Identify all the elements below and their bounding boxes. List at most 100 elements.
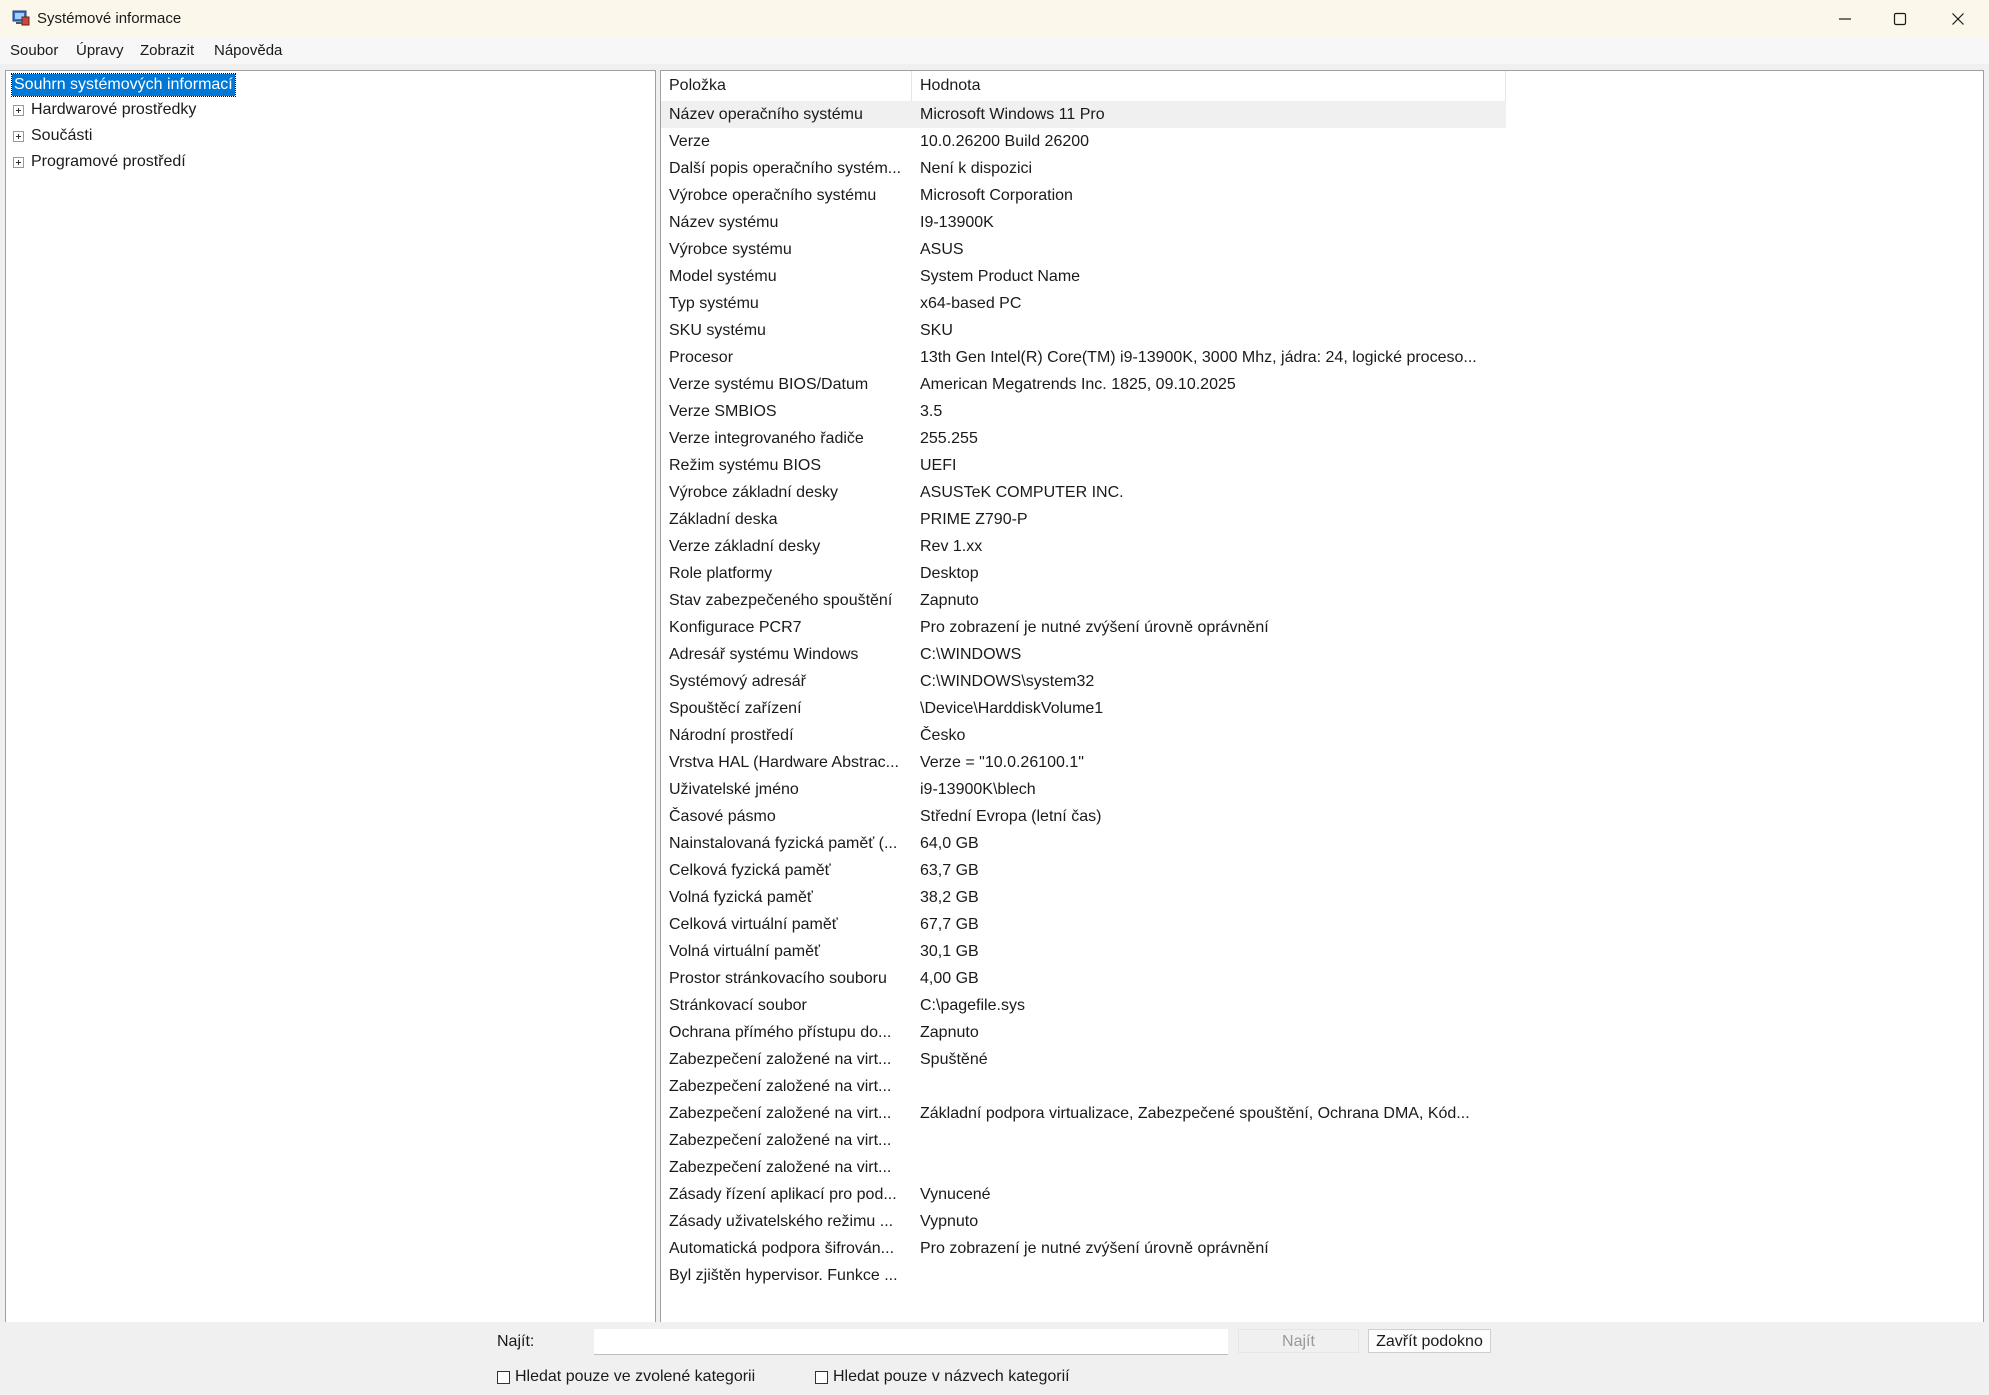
search-selected-category-label: Hledat pouze ve zvolené kategorii	[515, 1368, 756, 1385]
table-row[interactable]: Verze integrovaného řadiče 255.255	[661, 425, 1506, 452]
expand-plus-icon[interactable]	[13, 105, 24, 116]
table-row[interactable]: Verze SMBIOS 3.5	[661, 398, 1506, 425]
table-row[interactable]: Konfigurace PCR7 Pro zobrazení je nutné z…	[661, 614, 1506, 641]
table-row[interactable]: Zásady řízení aplikací pro pod... Vynucen…	[661, 1181, 1506, 1208]
cell-item: Vrstva HAL (Hardware Abstrac...	[669, 754, 899, 771]
menu-bar: Soubor Úpravy Zobrazit Nápověda	[0, 38, 1989, 64]
cell-value: 13th Gen Intel(R) Core(TM) i9-13900K, 30…	[920, 349, 1477, 366]
table-row[interactable]: Uživatelské jméno i9-13900K\blech	[661, 776, 1506, 803]
cell-item: Nainstalovaná fyzická paměť (...	[669, 835, 898, 852]
table-row[interactable]: Základní deska PRIME Z790-P	[661, 506, 1506, 533]
cell-item: Systémový adresář	[669, 673, 806, 690]
table-row[interactable]: Výrobce systému ASUS	[661, 236, 1506, 263]
table-row[interactable]: Verze 10.0.26200 Build 26200	[661, 128, 1506, 155]
table-row[interactable]: Národní prostředí Česko	[661, 722, 1506, 749]
cell-value: Desktop	[920, 565, 979, 582]
table-row[interactable]: Byl zjištěn hypervisor. Funkce ...	[661, 1262, 1506, 1289]
column-header-item[interactable]: Položka	[661, 71, 912, 101]
cell-item: Konfigurace PCR7	[669, 619, 802, 636]
table-row[interactable]: Stav zabezpečeného spouštění Zapnuto	[661, 587, 1506, 614]
search-category-names-checkbox[interactable]	[815, 1370, 828, 1384]
table-row[interactable]: Prostor stránkovacího souboru 4,00 GB	[661, 965, 1506, 992]
table-row[interactable]: Procesor 13th Gen Intel(R) Core(TM) i9-13…	[661, 344, 1506, 371]
cell-item: Výrobce operačního systému	[669, 187, 877, 204]
table-row[interactable]: Verze základní desky Rev 1.xx	[661, 533, 1506, 560]
table-row[interactable]: SKU systému SKU	[661, 317, 1506, 344]
table-row[interactable]: Systémový adresář C:\WINDOWS\system32	[661, 668, 1506, 695]
table-row[interactable]: Verze systému BIOS/Datum American Megatre…	[661, 371, 1506, 398]
table-row[interactable]: Další popis operačního systém... Není k d…	[661, 155, 1506, 182]
cell-item: Verze systému BIOS/Datum	[669, 376, 869, 393]
cell-value: Verze = "10.0.26100.1"	[920, 754, 1084, 771]
cell-item: Verze SMBIOS	[669, 403, 777, 420]
search-selected-category-option[interactable]: Hledat pouze ve zvolené kategorii	[497, 1367, 755, 1387]
minimize-icon	[1839, 18, 1851, 20]
table-row[interactable]: Výrobce základní desky ASUSTeK COMPUTER I…	[661, 479, 1506, 506]
table-row[interactable]: Celková virtuální paměť 67,7 GB	[661, 911, 1506, 938]
cell-item: SKU systému	[669, 322, 766, 339]
table-row[interactable]: Zabezpečení založené na virt...	[661, 1154, 1506, 1181]
table-row[interactable]: Zabezpečení založené na virt...	[661, 1073, 1506, 1100]
table-row[interactable]: Ochrana přímého přístupu do... Zapnuto	[661, 1019, 1506, 1046]
search-selected-category-checkbox[interactable]	[497, 1370, 510, 1384]
cell-item: Ochrana přímého přístupu do...	[669, 1024, 892, 1041]
table-row[interactable]: Spouštěcí zařízení \Device\HarddiskVolume…	[661, 695, 1506, 722]
cell-item: Národní prostředí	[669, 727, 794, 744]
cell-value: Vynucené	[920, 1186, 991, 1203]
table-row[interactable]: Název systému I9-13900K	[661, 209, 1506, 236]
menu-soubor[interactable]: Soubor	[10, 42, 58, 59]
minimize-button[interactable]	[1816, 0, 1874, 38]
menu-napoveda[interactable]: Nápověda	[214, 42, 282, 59]
expand-plus-icon[interactable]	[13, 157, 24, 168]
table-row[interactable]: Automatická podpora šifrován... Pro zobra…	[661, 1235, 1506, 1262]
column-header-value[interactable]: Hodnota	[912, 71, 1506, 101]
search-category-names-option[interactable]: Hledat pouze v názvech kategorií	[815, 1367, 1070, 1387]
table-row[interactable]: Adresář systému Windows C:\WINDOWS	[661, 641, 1506, 668]
tree-item-system-summary[interactable]: Souhrn systémových informací	[11, 73, 236, 97]
table-row[interactable]: Model systému System Product Name	[661, 263, 1506, 290]
cell-item: Název systému	[669, 214, 779, 231]
table-row[interactable]: Role platformy Desktop	[661, 560, 1506, 587]
close-window-button[interactable]	[1929, 0, 1987, 38]
cell-item: Prostor stránkovacího souboru	[669, 970, 887, 987]
table-row[interactable]: Časové pásmo Střední Evropa (letní čas)	[661, 803, 1506, 830]
find-input[interactable]	[594, 1329, 1228, 1355]
menu-zobrazit[interactable]: Zobrazit	[140, 42, 194, 59]
cell-value: Střední Evropa (letní čas)	[920, 808, 1102, 825]
table-row[interactable]: Volná virtuální paměť 30,1 GB	[661, 938, 1506, 965]
table-row[interactable]: Zabezpečení založené na virt...	[661, 1127, 1506, 1154]
cell-value: PRIME Z790-P	[920, 511, 1028, 528]
table-row[interactable]: Nainstalovaná fyzická paměť (... 64,0 GB	[661, 830, 1506, 857]
cell-item: Výrobce systému	[669, 241, 792, 258]
cell-value: 30,1 GB	[920, 943, 979, 960]
table-row[interactable]: Celková fyzická paměť 63,7 GB	[661, 857, 1506, 884]
cell-item: Celková fyzická paměť	[669, 862, 831, 879]
details-list: Položka Hodnota Název operačního systému…	[660, 70, 1984, 1323]
cell-value: 67,7 GB	[920, 916, 979, 933]
find-button[interactable]: Najít	[1238, 1329, 1359, 1353]
table-row[interactable]: Vrstva HAL (Hardware Abstrac... Verze = "…	[661, 749, 1506, 776]
table-row[interactable]: Název operačního systému Microsoft Window…	[661, 101, 1506, 128]
cell-value: ASUS	[920, 241, 964, 258]
category-tree: Souhrn systémových informací Hardwarové …	[5, 70, 656, 1323]
maximize-button[interactable]	[1871, 0, 1929, 38]
cell-value: Není k dispozici	[920, 160, 1033, 177]
cell-value: Zapnuto	[920, 1024, 979, 1041]
expand-plus-icon[interactable]	[13, 131, 24, 142]
table-row[interactable]: Výrobce operačního systému Microsoft Corp…	[661, 182, 1506, 209]
cell-value: 63,7 GB	[920, 862, 979, 879]
table-row[interactable]: Zabezpečení založené na virt... Základní …	[661, 1100, 1506, 1127]
cell-item: Název operačního systému	[669, 106, 863, 123]
menu-upravy[interactable]: Úpravy	[76, 42, 124, 59]
cell-item: Automatická podpora šifrován...	[669, 1240, 895, 1257]
table-row[interactable]: Typ systému x64-based PC	[661, 290, 1506, 317]
cell-item: Zabezpečení založené na virt...	[669, 1132, 892, 1149]
table-row[interactable]: Zabezpečení založené na virt... Spuštěné	[661, 1046, 1506, 1073]
table-row[interactable]: Zásady uživatelského režimu ... Vypnuto	[661, 1208, 1506, 1235]
cell-item: Zabezpečení založené na virt...	[669, 1159, 892, 1176]
table-row[interactable]: Stránkovací soubor C:\pagefile.sys	[661, 992, 1506, 1019]
table-row[interactable]: Volná fyzická paměť 38,2 GB	[661, 884, 1506, 911]
close-pane-button[interactable]: Zavřít podokno	[1368, 1329, 1491, 1353]
cell-item: Celková virtuální paměť	[669, 916, 838, 933]
table-row[interactable]: Režim systému BIOS UEFI	[661, 452, 1506, 479]
